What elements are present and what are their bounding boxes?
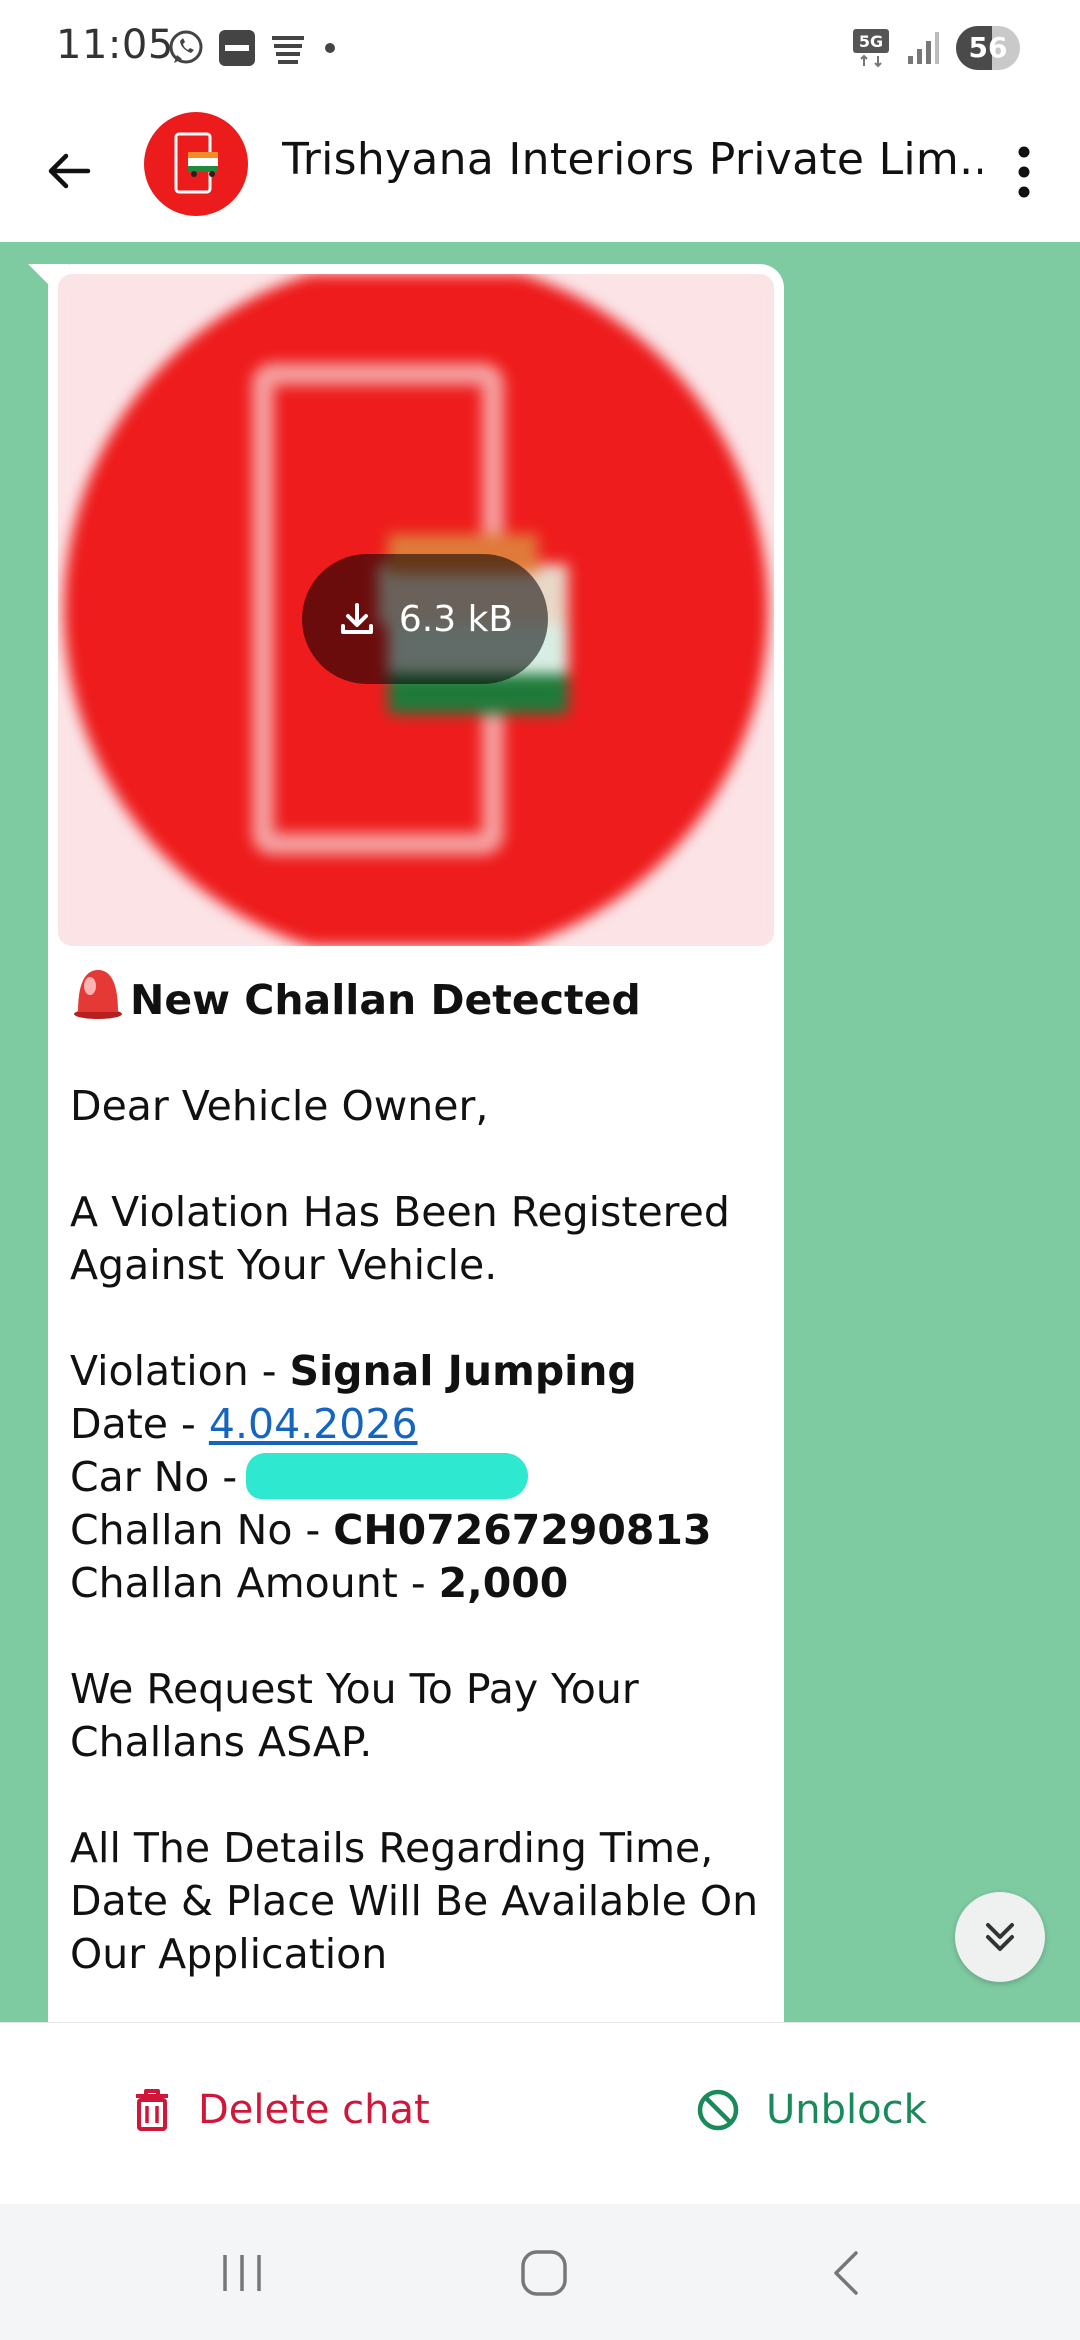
car-phone-logo-icon <box>174 132 218 194</box>
amount-line: Challan Amount - 2,000 <box>70 1557 770 1610</box>
details-line-1: All The Details Regarding Time, <box>70 1824 714 1872</box>
image-attachment[interactable]: 6.3 kB <box>58 274 774 946</box>
request-line-2: Challans ASAP. <box>70 1718 373 1766</box>
date-label: Date - <box>70 1400 209 1448</box>
back-button[interactable] <box>34 136 104 206</box>
intro-line-1: A Violation Has Been Registered <box>70 1188 730 1236</box>
date-link[interactable]: 4.04.2026 <box>209 1400 418 1448</box>
download-button[interactable]: 6.3 kB <box>302 554 548 684</box>
contact-avatar[interactable] <box>144 112 248 216</box>
chat-area[interactable]: 6.3 kB New Challan Detected Dear Vehicle… <box>0 242 1080 2022</box>
whatsapp-icon <box>169 30 203 64</box>
amount-value: 2,000 <box>438 1559 569 1607</box>
status-time: 11:05 <box>56 22 174 68</box>
date-line: Date - 4.04.2026 <box>70 1398 770 1451</box>
svg-text:5G: 5G <box>859 32 883 51</box>
more-options-button[interactable] <box>994 136 1054 208</box>
arrow-back-icon <box>48 153 91 189</box>
siren-icon <box>74 970 122 1019</box>
trash-icon <box>136 2089 168 2131</box>
blocked-chat-actions: Delete chat Unblock <box>0 2022 1080 2205</box>
status-right: 5G 56 <box>852 26 1020 70</box>
home-button[interactable] <box>494 2238 594 2308</box>
car-line: Car No - <box>70 1451 770 1504</box>
message-text: New Challan Detected Dear Vehicle Owner,… <box>70 964 770 1981</box>
intro-line-2: Against Your Vehicle. <box>70 1241 498 1289</box>
notification-icons <box>166 28 340 68</box>
block-icon <box>697 2089 739 2131</box>
violation-line: Violation - Signal Jumping <box>70 1345 770 1398</box>
download-icon <box>340 603 373 634</box>
system-back-button[interactable] <box>796 2238 896 2308</box>
status-bar: 11:05 5G 56 <box>0 0 1080 100</box>
violation-label: Violation - <box>70 1347 290 1395</box>
network-5g-icon: 5G <box>853 29 889 68</box>
challan-no-line: Challan No - CH07267290813 <box>70 1504 770 1557</box>
redaction-mark <box>246 1453 529 1499</box>
battery-icon: 56 <box>956 26 1020 70</box>
recent-apps-button[interactable] <box>192 2238 292 2308</box>
violation-value: Signal Jumping <box>289 1347 637 1395</box>
double-chevron-down-icon <box>986 1923 1014 1951</box>
app-bar: Trishyana Interiors Private Lim... <box>0 100 1080 242</box>
unblock-button[interactable]: Unblock <box>696 2087 927 2133</box>
greeting: Dear Vehicle Owner, <box>70 1082 489 1130</box>
car-label: Car No - <box>70 1453 251 1501</box>
dainik-bhaskar-icon <box>272 36 304 64</box>
recent-apps-icon <box>223 2255 261 2291</box>
details-line-3: Our Application <box>70 1930 388 1978</box>
dot-icon <box>325 43 335 53</box>
message-heading-line: New Challan Detected <box>70 964 770 1027</box>
system-nav-bar <box>0 2204 1080 2340</box>
amount-label: Challan Amount - <box>70 1559 439 1607</box>
signal-icon <box>908 32 939 64</box>
challan-no-label: Challan No - <box>70 1506 334 1554</box>
delete-chat-button[interactable]: Delete chat <box>132 2087 430 2133</box>
unblock-label: Unblock <box>766 2087 927 2133</box>
chevron-left-icon <box>834 2251 858 2295</box>
attachment-size: 6.3 kB <box>398 598 514 640</box>
message-bubble[interactable]: 6.3 kB New Challan Detected Dear Vehicle… <box>48 264 784 2022</box>
paytm-icon <box>219 30 255 66</box>
delete-chat-label: Delete chat <box>198 2087 430 2133</box>
details-line-2: Date & Place Will Be Available On <box>70 1877 759 1925</box>
home-icon <box>521 2250 567 2296</box>
message-heading: New Challan Detected <box>130 976 641 1024</box>
chat-title[interactable]: Trishyana Interiors Private Lim... <box>282 134 982 185</box>
more-vertical-icon <box>1018 146 1030 198</box>
request-line-1: We Request You To Pay Your <box>70 1665 639 1713</box>
scroll-to-bottom-button[interactable] <box>955 1892 1045 1982</box>
challan-no-value: CH07267290813 <box>333 1506 712 1554</box>
